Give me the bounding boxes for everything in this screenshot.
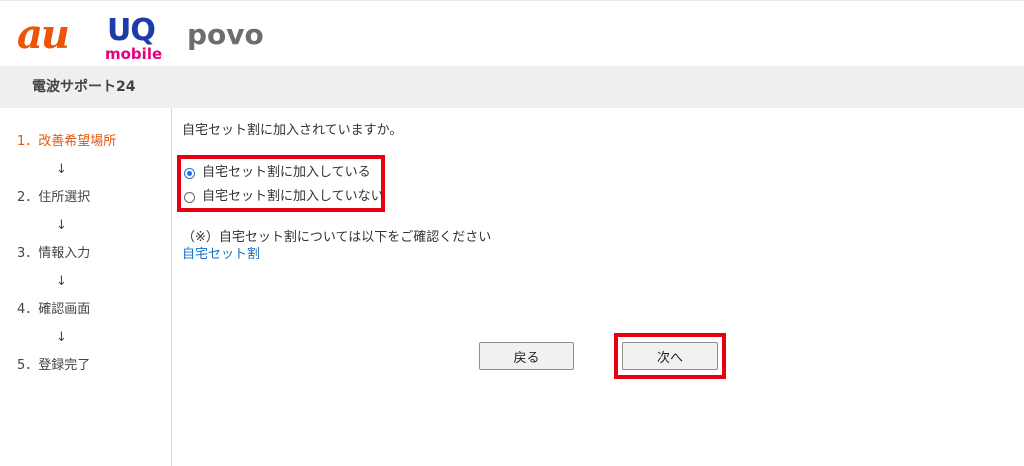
step-2-address-selection: 2．住所選択 [17, 190, 91, 205]
step-arrow: ↓ [56, 162, 67, 177]
radio-option-not-subscribed[interactable]: 自宅セット割に加入していない [184, 188, 384, 206]
note-text: （※）自宅セット割については以下をご確認ください [182, 230, 492, 245]
step-sidebar: 1．改善希望場所 ↓ 2．住所選択 ↓ 3．情報入力 ↓ 4．確認画面 ↓ 5．… [0, 108, 172, 466]
home-set-discount-link[interactable]: 自宅セット割 [182, 247, 260, 263]
step-arrow: ↓ [56, 274, 67, 289]
radio-option-subscribed-label: 自宅セット割に加入している [202, 165, 371, 180]
service-title: 電波サポート24 [32, 79, 136, 95]
radio-checked-icon[interactable] [184, 167, 195, 179]
step-3-information-input: 3．情報入力 [17, 246, 91, 261]
header: au UQ mobile povo [0, 0, 1024, 67]
radio-option-subscribed[interactable]: 自宅セット割に加入している [184, 164, 371, 182]
mobile-logo-text: mobile [105, 45, 163, 63]
step-5-registration-complete: 5．登録完了 [17, 358, 91, 373]
radio-unchecked-icon[interactable] [184, 191, 195, 203]
radio-option-not-subscribed-label: 自宅セット割に加入していない [202, 189, 384, 204]
next-button[interactable]: 次へ [622, 342, 718, 370]
service-title-bar: 電波サポート24 [0, 66, 1024, 108]
au-logo: au [17, 11, 70, 58]
uq-logo-text: UQ [107, 13, 156, 48]
step-4-confirmation: 4．確認画面 [17, 302, 91, 317]
uq-mobile-logo: UQ mobile [103, 16, 163, 66]
step-arrow: ↓ [56, 218, 67, 233]
back-button[interactable]: 戻る [479, 342, 574, 370]
povo-logo: povo [187, 18, 264, 51]
main-content: 自宅セット割に加入されていますか。 自宅セット割に加入している 自宅セット割に加… [172, 108, 1024, 466]
step-1-improvement-location: 1．改善希望場所 [17, 134, 117, 149]
step-arrow: ↓ [56, 330, 67, 345]
question-text: 自宅セット割に加入されていますか。 [182, 123, 403, 138]
